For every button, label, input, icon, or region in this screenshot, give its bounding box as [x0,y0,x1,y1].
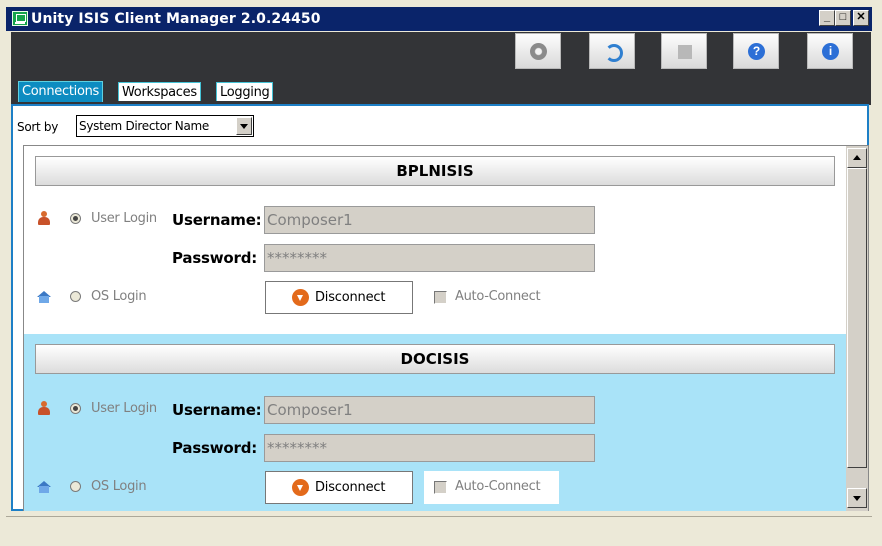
os-login-label: OS Login [91,289,147,304]
minimize-button[interactable]: _ [819,10,835,26]
sort-select[interactable]: System Director Name [76,115,254,137]
toolbar: ? i [11,32,871,71]
grid-button[interactable] [661,33,707,69]
tab-logging[interactable]: Logging [216,82,274,101]
os-login-radio[interactable] [70,481,81,492]
connection-card: DOCISIS User Login Username: Composer1 P… [24,334,846,511]
vertical-scrollbar[interactable] [846,146,868,511]
auto-connect-checkbox[interactable] [434,481,447,494]
tab-connections[interactable]: Connections [18,81,104,102]
help-icon: ? [748,43,765,60]
settings-button[interactable] [515,33,561,69]
title-bar[interactable]: Unity ISIS Client Manager 2.0.24450 _ □ … [6,7,872,31]
connection-name: BPLNISIS [35,156,835,186]
gear-icon [530,43,547,60]
sort-value: System Director Name [79,119,209,133]
connection-list[interactable]: BPLNISIS User Login Username: Composer1 … [23,145,869,511]
refresh-icon [605,44,623,62]
disconnect-label: Disconnect [315,290,386,305]
user-login-radio[interactable] [70,403,81,414]
username-label: Username: [172,401,262,419]
maximize-button[interactable]: □ [835,10,851,26]
scroll-up-button[interactable] [847,148,867,168]
disconnect-icon [292,289,309,306]
tab-strip: Connections Workspaces Logging [11,71,871,105]
home-icon [37,481,52,494]
chevron-down-icon[interactable] [236,117,252,135]
help-button[interactable]: ? [733,33,779,69]
status-bar [6,516,872,541]
tab-workspaces[interactable]: Workspaces [118,82,201,101]
scroll-thumb[interactable] [847,168,867,468]
sort-label: Sort by [17,120,59,134]
refresh-button[interactable] [589,33,635,69]
auto-connect-checkbox[interactable] [434,291,447,304]
window-title: Unity ISIS Client Manager 2.0.24450 [31,11,321,27]
user-icon [37,211,51,226]
disconnect-label: Disconnect [315,480,386,495]
disconnect-button[interactable]: Disconnect [265,281,413,314]
password-field[interactable]: ******** [264,244,595,272]
auto-connect-label: Auto-Connect [455,289,541,304]
scroll-down-button[interactable] [847,488,867,508]
password-label: Password: [172,249,258,267]
os-login-label: OS Login [91,479,147,494]
info-icon: i [822,43,839,60]
close-button[interactable]: ✕ [853,10,869,26]
info-button[interactable]: i [807,33,853,69]
password-field[interactable]: ******** [264,434,595,462]
user-icon [37,401,51,416]
app-icon [12,11,28,26]
os-login-radio[interactable] [70,291,81,302]
home-icon [37,291,52,304]
user-login-radio[interactable] [70,213,81,224]
username-field[interactable]: Composer1 [264,396,595,424]
connection-card: BPLNISIS User Login Username: Composer1 … [24,146,846,334]
user-login-label: User Login [91,401,157,416]
auto-connect-label: Auto-Connect [455,479,541,494]
password-label: Password: [172,439,258,457]
username-label: Username: [172,211,262,229]
disconnect-button[interactable]: Disconnect [265,471,413,504]
disconnect-icon [292,479,309,496]
user-login-label: User Login [91,211,157,226]
username-field[interactable]: Composer1 [264,206,595,234]
grid-icon [678,45,692,59]
connection-name: DOCISIS [35,344,835,374]
